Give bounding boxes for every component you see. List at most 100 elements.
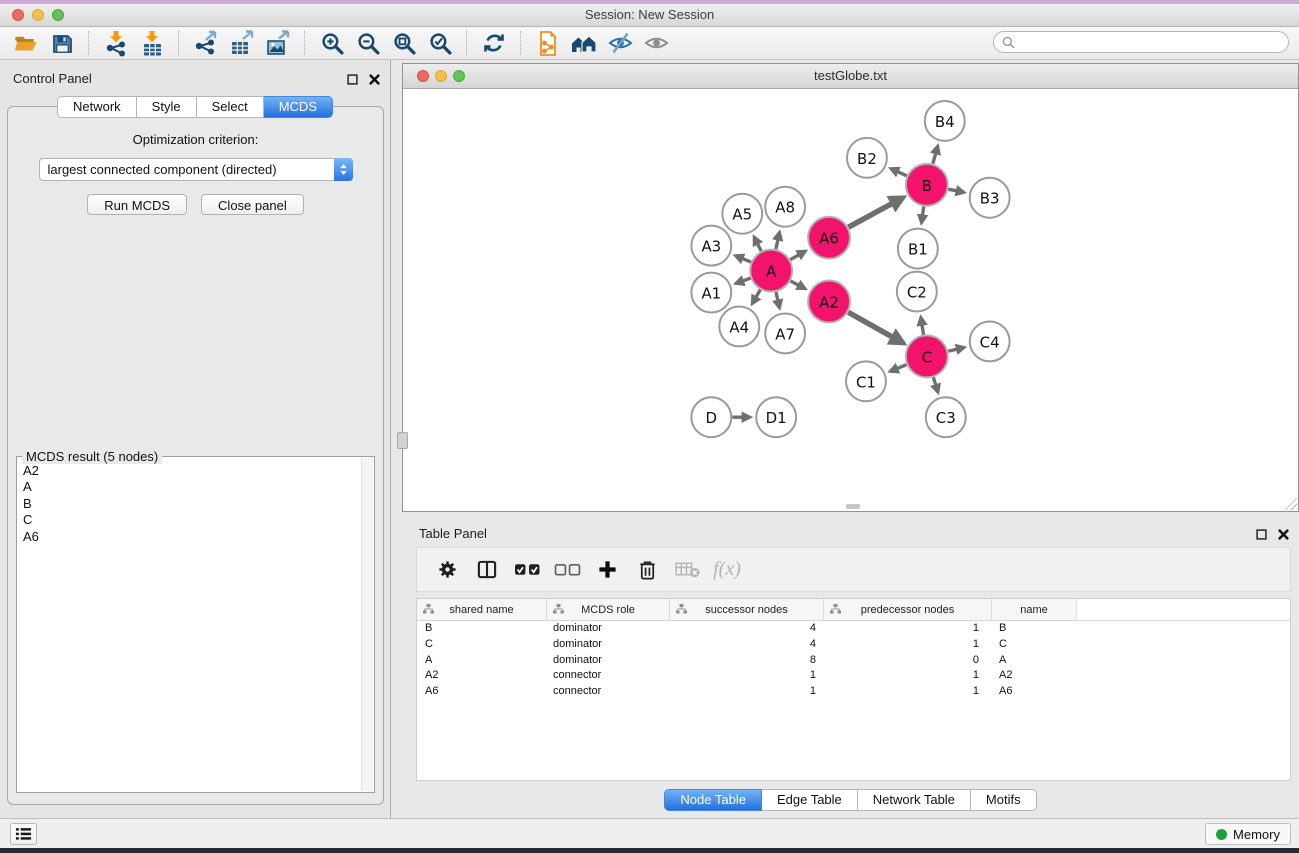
edge-B-B4[interactable] — [933, 146, 938, 164]
table-cell[interactable]: 1 — [670, 668, 824, 684]
control-tab-select[interactable]: Select — [197, 96, 264, 118]
zoom-fit-icon[interactable] — [386, 28, 422, 58]
result-list-scrollbar[interactable] — [361, 458, 373, 791]
edge-C-C2[interactable] — [921, 317, 924, 335]
delete-columns-trash-icon[interactable] — [627, 551, 667, 589]
column-header-shared-name[interactable]: shared name — [417, 599, 547, 620]
edge-C-C4[interactable] — [948, 347, 964, 351]
table-cell[interactable]: connector — [547, 684, 670, 700]
minimize-window-button[interactable] — [32, 9, 44, 21]
table-cell[interactable]: 1 — [824, 668, 992, 684]
edge-B-B3[interactable] — [948, 189, 964, 192]
table-cell[interactable]: 1 — [824, 637, 992, 653]
table-cell[interactable]: 0 — [824, 653, 992, 669]
table-cell[interactable]: A — [992, 653, 1077, 669]
mcds-result-item[interactable]: C — [23, 512, 361, 528]
settings-gear-icon[interactable] — [427, 551, 467, 589]
edge-A-A8[interactable] — [776, 232, 780, 249]
vertical-scrollbar-thumb[interactable] — [397, 432, 408, 449]
column-header-predecessor-nodes[interactable]: predecessor nodes — [824, 599, 992, 620]
memory-button[interactable]: Memory — [1205, 823, 1291, 845]
edge-A-A6[interactable] — [790, 251, 805, 260]
table-cell[interactable]: dominator — [547, 637, 670, 653]
import-network-icon[interactable] — [98, 28, 134, 58]
edge-A-A3[interactable] — [735, 256, 751, 262]
table-cell[interactable]: 1 — [824, 684, 992, 700]
edge-A6-B[interactable] — [848, 198, 903, 228]
table-tab-motifs[interactable]: Motifs — [971, 789, 1037, 811]
edge-A-A5[interactable] — [754, 237, 761, 251]
horizontal-scrollbar-thumb[interactable] — [846, 504, 860, 509]
first-neighbors-icon[interactable] — [566, 28, 602, 58]
edge-C-C1[interactable] — [890, 365, 906, 372]
table-cell[interactable]: C — [417, 637, 547, 653]
table-cell[interactable]: B — [417, 621, 547, 637]
table-cell[interactable]: 4 — [670, 621, 824, 637]
zoom-selected-icon[interactable] — [422, 28, 458, 58]
close-panel-button[interactable]: Close panel — [201, 194, 304, 215]
run-mcds-button[interactable]: Run MCDS — [87, 194, 187, 215]
table-tab-network-table[interactable]: Network Table — [858, 789, 971, 811]
show-all-eye-icon[interactable] — [638, 28, 674, 58]
table-cell[interactable]: A2 — [992, 668, 1077, 684]
network-minimize-button[interactable] — [435, 70, 447, 82]
table-cell[interactable]: 1 — [824, 621, 992, 637]
import-table-icon[interactable] — [134, 28, 170, 58]
network-graph[interactable]: B4B2BB3A8A5A6A3B1AC2A1A2A4A7C4CC1C3DD1 — [403, 89, 1298, 511]
table-cell[interactable]: 1 — [670, 684, 824, 700]
edge-B-B2[interactable] — [891, 169, 907, 176]
zoom-in-icon[interactable] — [314, 28, 350, 58]
mcds-result-item[interactable]: A — [23, 479, 361, 495]
network-window-titlebar[interactable]: testGlobe.txt — [403, 64, 1298, 89]
edge-B-B1[interactable] — [921, 207, 923, 223]
mcds-result-item[interactable]: B — [23, 496, 361, 512]
column-header-name[interactable]: name — [992, 599, 1077, 620]
clone-network-icon[interactable] — [530, 28, 566, 58]
edge-A-A7[interactable] — [776, 292, 780, 308]
table-tab-edge-table[interactable]: Edge Table — [762, 789, 858, 811]
table-cell[interactable]: dominator — [547, 621, 670, 637]
edge-A2-C[interactable] — [848, 312, 903, 343]
create-column-icon[interactable] — [587, 551, 627, 589]
edge-A-A4[interactable] — [752, 290, 760, 304]
table-row[interactable]: Cdominator41C — [417, 637, 1290, 653]
edge-A-A1[interactable] — [736, 278, 751, 283]
control-tab-mcds[interactable]: MCDS — [264, 96, 333, 118]
table-cell[interactable]: 4 — [670, 637, 824, 653]
network-close-button[interactable] — [417, 70, 429, 82]
select-all-columns-icon[interactable] — [507, 551, 547, 589]
network-canvas[interactable]: B4B2BB3A8A5A6A3B1AC2A1A2A4A7C4CC1C3DD1 — [403, 89, 1298, 511]
column-header-successor-nodes[interactable]: successor nodes — [670, 599, 824, 620]
zoom-window-button[interactable] — [52, 9, 64, 21]
edge-A-A2[interactable] — [791, 281, 806, 289]
network-zoom-button[interactable] — [453, 70, 465, 82]
table-cell[interactable]: connector — [547, 668, 670, 684]
table-cell[interactable]: A6 — [992, 684, 1077, 700]
open-file-icon[interactable] — [8, 28, 44, 58]
mcds-result-list[interactable]: A2ABCA6 — [18, 458, 361, 791]
close-table-panel-icon[interactable] — [1278, 527, 1289, 545]
float-panel-icon[interactable] — [347, 72, 358, 90]
export-network-icon[interactable] — [188, 28, 224, 58]
table-cell[interactable]: A2 — [417, 668, 547, 684]
table-cell[interactable]: C — [992, 637, 1077, 653]
table-cell[interactable]: 8 — [670, 653, 824, 669]
save-session-icon[interactable] — [44, 28, 80, 58]
criterion-dropdown[interactable]: largest connected component (directed) — [39, 158, 353, 181]
column-header-MCDS-role[interactable]: MCDS role — [547, 599, 670, 620]
table-row[interactable]: Bdominator41B — [417, 621, 1290, 637]
task-history-button[interactable] — [10, 823, 37, 845]
table-row[interactable]: Adominator80A — [417, 653, 1290, 669]
split-panel-columns-icon[interactable] — [467, 551, 507, 589]
zoom-out-icon[interactable] — [350, 28, 386, 58]
table-row[interactable]: A6connector11A6 — [417, 684, 1290, 700]
export-table-icon[interactable] — [224, 28, 260, 58]
search-input[interactable] — [1020, 34, 1280, 50]
search-field[interactable] — [993, 31, 1289, 53]
export-image-icon[interactable] — [260, 28, 296, 58]
table-row[interactable]: A2connector11A2 — [417, 668, 1290, 684]
table-cell[interactable]: B — [992, 621, 1077, 637]
refresh-icon[interactable] — [476, 28, 512, 58]
close-panel-icon[interactable] — [369, 72, 380, 90]
edge-C-C3[interactable] — [933, 377, 938, 392]
